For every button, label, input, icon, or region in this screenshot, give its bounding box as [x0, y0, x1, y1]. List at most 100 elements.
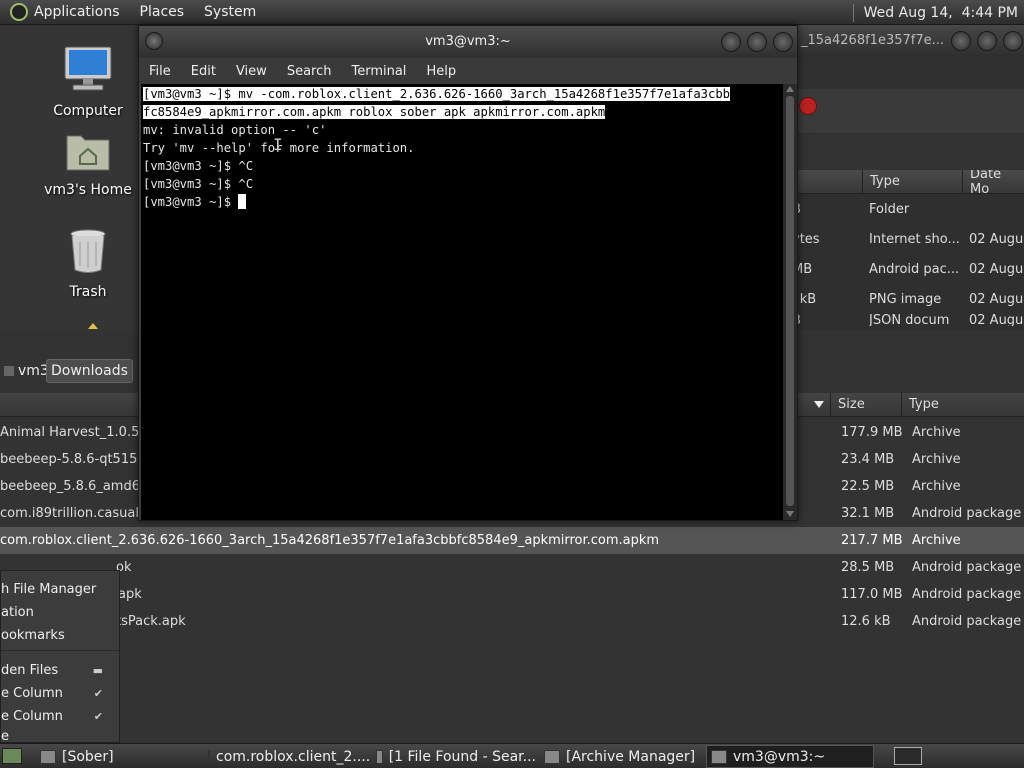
list-item[interactable]: B Folder	[790, 194, 1024, 224]
prompt: [vm3@vm3 ~]$	[143, 195, 239, 209]
menu-help[interactable]: Help	[426, 64, 456, 79]
maximize-button[interactable]	[747, 32, 767, 52]
menu-item-location[interactable]: ation	[1, 601, 34, 623]
column-header-type[interactable]: Type	[909, 393, 1019, 416]
menu-item-column-toggle[interactable]: e Column ✔	[1, 682, 119, 704]
applications-menu[interactable]: Applications	[34, 4, 120, 20]
close-button[interactable]	[773, 32, 793, 52]
scrollbar-thumb[interactable]	[786, 96, 794, 506]
file-size: B	[792, 314, 862, 326]
file-size: 32.1 MB	[841, 506, 895, 521]
file-name: com.i89trillion.casual.ar	[0, 506, 140, 521]
checkmark-icon: ✔	[93, 709, 103, 723]
list-item[interactable]: B JSON docum 02 Augus	[790, 314, 1024, 326]
table-row[interactable]: ok 28.5 MB Android package	[0, 554, 1024, 581]
column-header-type[interactable]: Type	[870, 170, 960, 193]
search-icon	[376, 749, 383, 764]
distro-logo-icon[interactable]	[10, 3, 28, 21]
breadcrumb: vm3 Downloads	[0, 355, 140, 387]
window-titlebar[interactable]: vm3@vm3:~	[139, 26, 797, 58]
menu-item-column-toggle[interactable]: e Column ✔	[1, 705, 119, 727]
show-desktop-icon[interactable]	[2, 748, 22, 764]
table-row-selected[interactable]: com.roblox.client_2.636.626-1660_3arch_1…	[0, 527, 1024, 554]
home-icon	[4, 366, 14, 376]
file-size: l kB	[792, 291, 817, 307]
task-label: com.roblox.client_2....	[216, 748, 370, 765]
file-size: 28.5 MB	[841, 560, 895, 575]
file-name: ok	[116, 560, 132, 575]
taskbar-item-archive-manager[interactable]: [Archive Manager]	[540, 745, 704, 768]
menu-file[interactable]: File	[149, 64, 171, 79]
close-button[interactable]	[1003, 31, 1023, 51]
task-label: vm3@vm3:~	[733, 748, 826, 765]
trash-icon	[70, 229, 106, 273]
file-type: PNG image	[869, 291, 942, 307]
list-item[interactable]: MB Android pac... 02 Augus	[790, 254, 1024, 284]
menu-item-open-file-manager[interactable]: h File Manager	[1, 578, 96, 600]
task-label: [Archive Manager]	[566, 748, 696, 765]
menu-edit[interactable]: Edit	[191, 64, 216, 79]
checkmark-icon: ✔	[93, 686, 103, 700]
desktop-icon-trash[interactable]: Trash	[33, 228, 143, 300]
terminal-output[interactable]: [vm3@vm3 ~]$ mv -com.roblox.client_2.636…	[141, 84, 783, 520]
file-type: Android package	[912, 560, 1022, 575]
column-divider	[862, 170, 863, 193]
command-text: ^C	[238, 177, 254, 191]
command-text: fc8584e9_apkmirror.com.apkm roblox sober…	[143, 105, 606, 119]
list-header: Type Date Mo	[790, 170, 1024, 194]
terminal-window[interactable]: vm3@vm3:~ File Edit View Search Terminal…	[138, 25, 798, 521]
list-item[interactable]: l kB PNG image 02 Augus	[790, 284, 1024, 314]
menu-terminal[interactable]: Terminal	[351, 64, 406, 79]
places-menu[interactable]: Places	[140, 4, 185, 20]
terminal-line: [vm3@vm3 ~]$ ^C	[143, 157, 783, 175]
minimize-button[interactable]	[951, 31, 971, 51]
list-item[interactable]: ytes Internet sho... 02 Augus	[790, 224, 1024, 254]
scroll-up-icon[interactable]	[786, 86, 794, 92]
archive-icon	[544, 749, 560, 764]
table-row[interactable]: apk 117.0 MB Android package	[0, 581, 1024, 608]
menu-item-hidden-files[interactable]: den Files ▬	[1, 659, 119, 681]
menu-item-label: e	[1, 729, 9, 743]
window-titlebar[interactable]: _15a4268f1e357f7e...	[791, 25, 1024, 57]
file-size: MB	[792, 261, 813, 277]
taskbar-item-terminal[interactable]: vm3@vm3:~	[706, 745, 874, 768]
stop-icon[interactable]	[799, 97, 817, 115]
file-type: Android package	[912, 614, 1022, 629]
breadcrumb-downloads[interactable]: Downloads	[46, 359, 133, 383]
desktop-icon-home[interactable]: vm3's Home	[33, 128, 143, 198]
file-name: tsPack.apk	[116, 614, 186, 629]
system-menu[interactable]: System	[204, 4, 256, 20]
scroll-down-icon[interactable]	[786, 511, 794, 517]
table-row[interactable]: tsPack.apk 12.6 kB Android package	[0, 608, 1024, 635]
menu-search[interactable]: Search	[287, 64, 332, 79]
command-text: ^C	[238, 159, 254, 173]
menu-item-bookmarks[interactable]: ookmarks	[1, 624, 65, 646]
workspace-switcher[interactable]	[894, 747, 922, 765]
taskbar-item-sober[interactable]: [Sober]	[36, 745, 198, 768]
file-type: Archive	[912, 425, 961, 440]
breadcrumb-vm3[interactable]: vm3	[0, 359, 53, 383]
file-size: ytes	[792, 231, 820, 247]
maximize-button[interactable]	[977, 31, 997, 51]
menu-item-label: ation	[1, 604, 34, 620]
menu-view[interactable]: View	[236, 64, 267, 79]
terminal-line: [vm3@vm3 ~]$	[143, 193, 783, 211]
sort-descending-icon[interactable]	[814, 401, 824, 408]
menu-item-label: ookmarks	[1, 627, 65, 643]
menu-item[interactable]: e	[1, 729, 9, 743]
minimize-button[interactable]	[721, 32, 741, 52]
column-header-date[interactable]: Date Mo	[970, 170, 1024, 193]
file-type: Archive	[912, 533, 961, 548]
taskbar-item-search[interactable]: [1 File Found - Sear...	[372, 745, 536, 768]
file-type: Android package	[912, 506, 1022, 521]
scrollbar[interactable]	[783, 84, 797, 520]
file-type: Archive	[912, 479, 961, 494]
clock[interactable]: Wed Aug 14, 4:44 PM	[864, 5, 1018, 21]
file-type: JSON docum	[869, 314, 950, 326]
prompt: [vm3@vm3 ~]$	[143, 177, 239, 191]
taskbar-item-roblox[interactable]: com.roblox.client_2....	[204, 745, 370, 768]
desktop-icon-label: Trash	[69, 284, 107, 300]
column-header-size[interactable]: Size	[838, 393, 898, 416]
task-label: [Sober]	[62, 748, 114, 765]
desktop-icon-computer[interactable]: Computer	[33, 45, 143, 119]
